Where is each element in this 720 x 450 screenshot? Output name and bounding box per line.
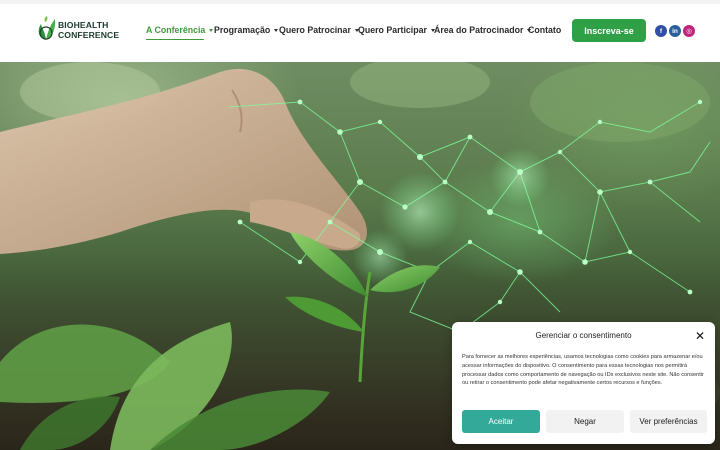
accept-button[interactable]: Aceitar [462, 410, 540, 433]
nav-contato[interactable]: Contato [528, 25, 561, 35]
leaf-logo-icon [38, 16, 56, 40]
nav-area-patrocinador[interactable]: Área do Patrocinador [434, 25, 532, 35]
nav-quero-participar[interactable]: Quero Participar [358, 25, 435, 35]
nav-a-conferencia[interactable]: A Conferência [146, 25, 214, 40]
logo-text: BIOHEALTH CONFERENCE [58, 20, 120, 40]
logo[interactable]: BIOHEALTH CONFERENCE [36, 16, 126, 46]
close-icon[interactable]: ✕ [694, 330, 706, 342]
nav-label: Contato [528, 25, 562, 35]
nav-label: Quero Participar [358, 25, 427, 35]
consent-title: Gerenciar o consentimento [535, 331, 632, 340]
chevron-down-icon [274, 28, 279, 32]
preferences-button[interactable]: Ver preferências [630, 410, 707, 433]
nav-label: Programação [214, 25, 271, 35]
deny-button[interactable]: Negar [546, 410, 624, 433]
logo-line2: CONFERENCE [58, 29, 120, 40]
chevron-down-icon [209, 28, 214, 32]
nav-quero-patrocinar[interactable]: Quero Patrocinar [279, 25, 359, 35]
instagram-glyph: ◎ [686, 28, 692, 35]
inscreva-se-button[interactable]: Inscreva-se [572, 19, 646, 42]
nav-label: Área do Patrocinador [434, 25, 524, 35]
nav-label: A Conferência [146, 25, 206, 35]
consent-dialog: Gerenciar o consentimento ✕ Para fornece… [452, 322, 715, 444]
nav-label: Quero Patrocinar [279, 25, 351, 35]
site-header: BIOHEALTH CONFERENCE A Conferência Progr… [0, 4, 720, 62]
linkedin-icon[interactable]: in [669, 25, 681, 37]
nav-programacao[interactable]: Programação [214, 25, 279, 35]
instagram-icon[interactable]: ◎ [683, 25, 695, 37]
linkedin-glyph: in [672, 27, 678, 35]
consent-body: Para fornecer as melhores experiências, … [462, 354, 704, 387]
facebook-glyph: f [659, 27, 663, 35]
facebook-icon[interactable]: f [655, 25, 667, 37]
